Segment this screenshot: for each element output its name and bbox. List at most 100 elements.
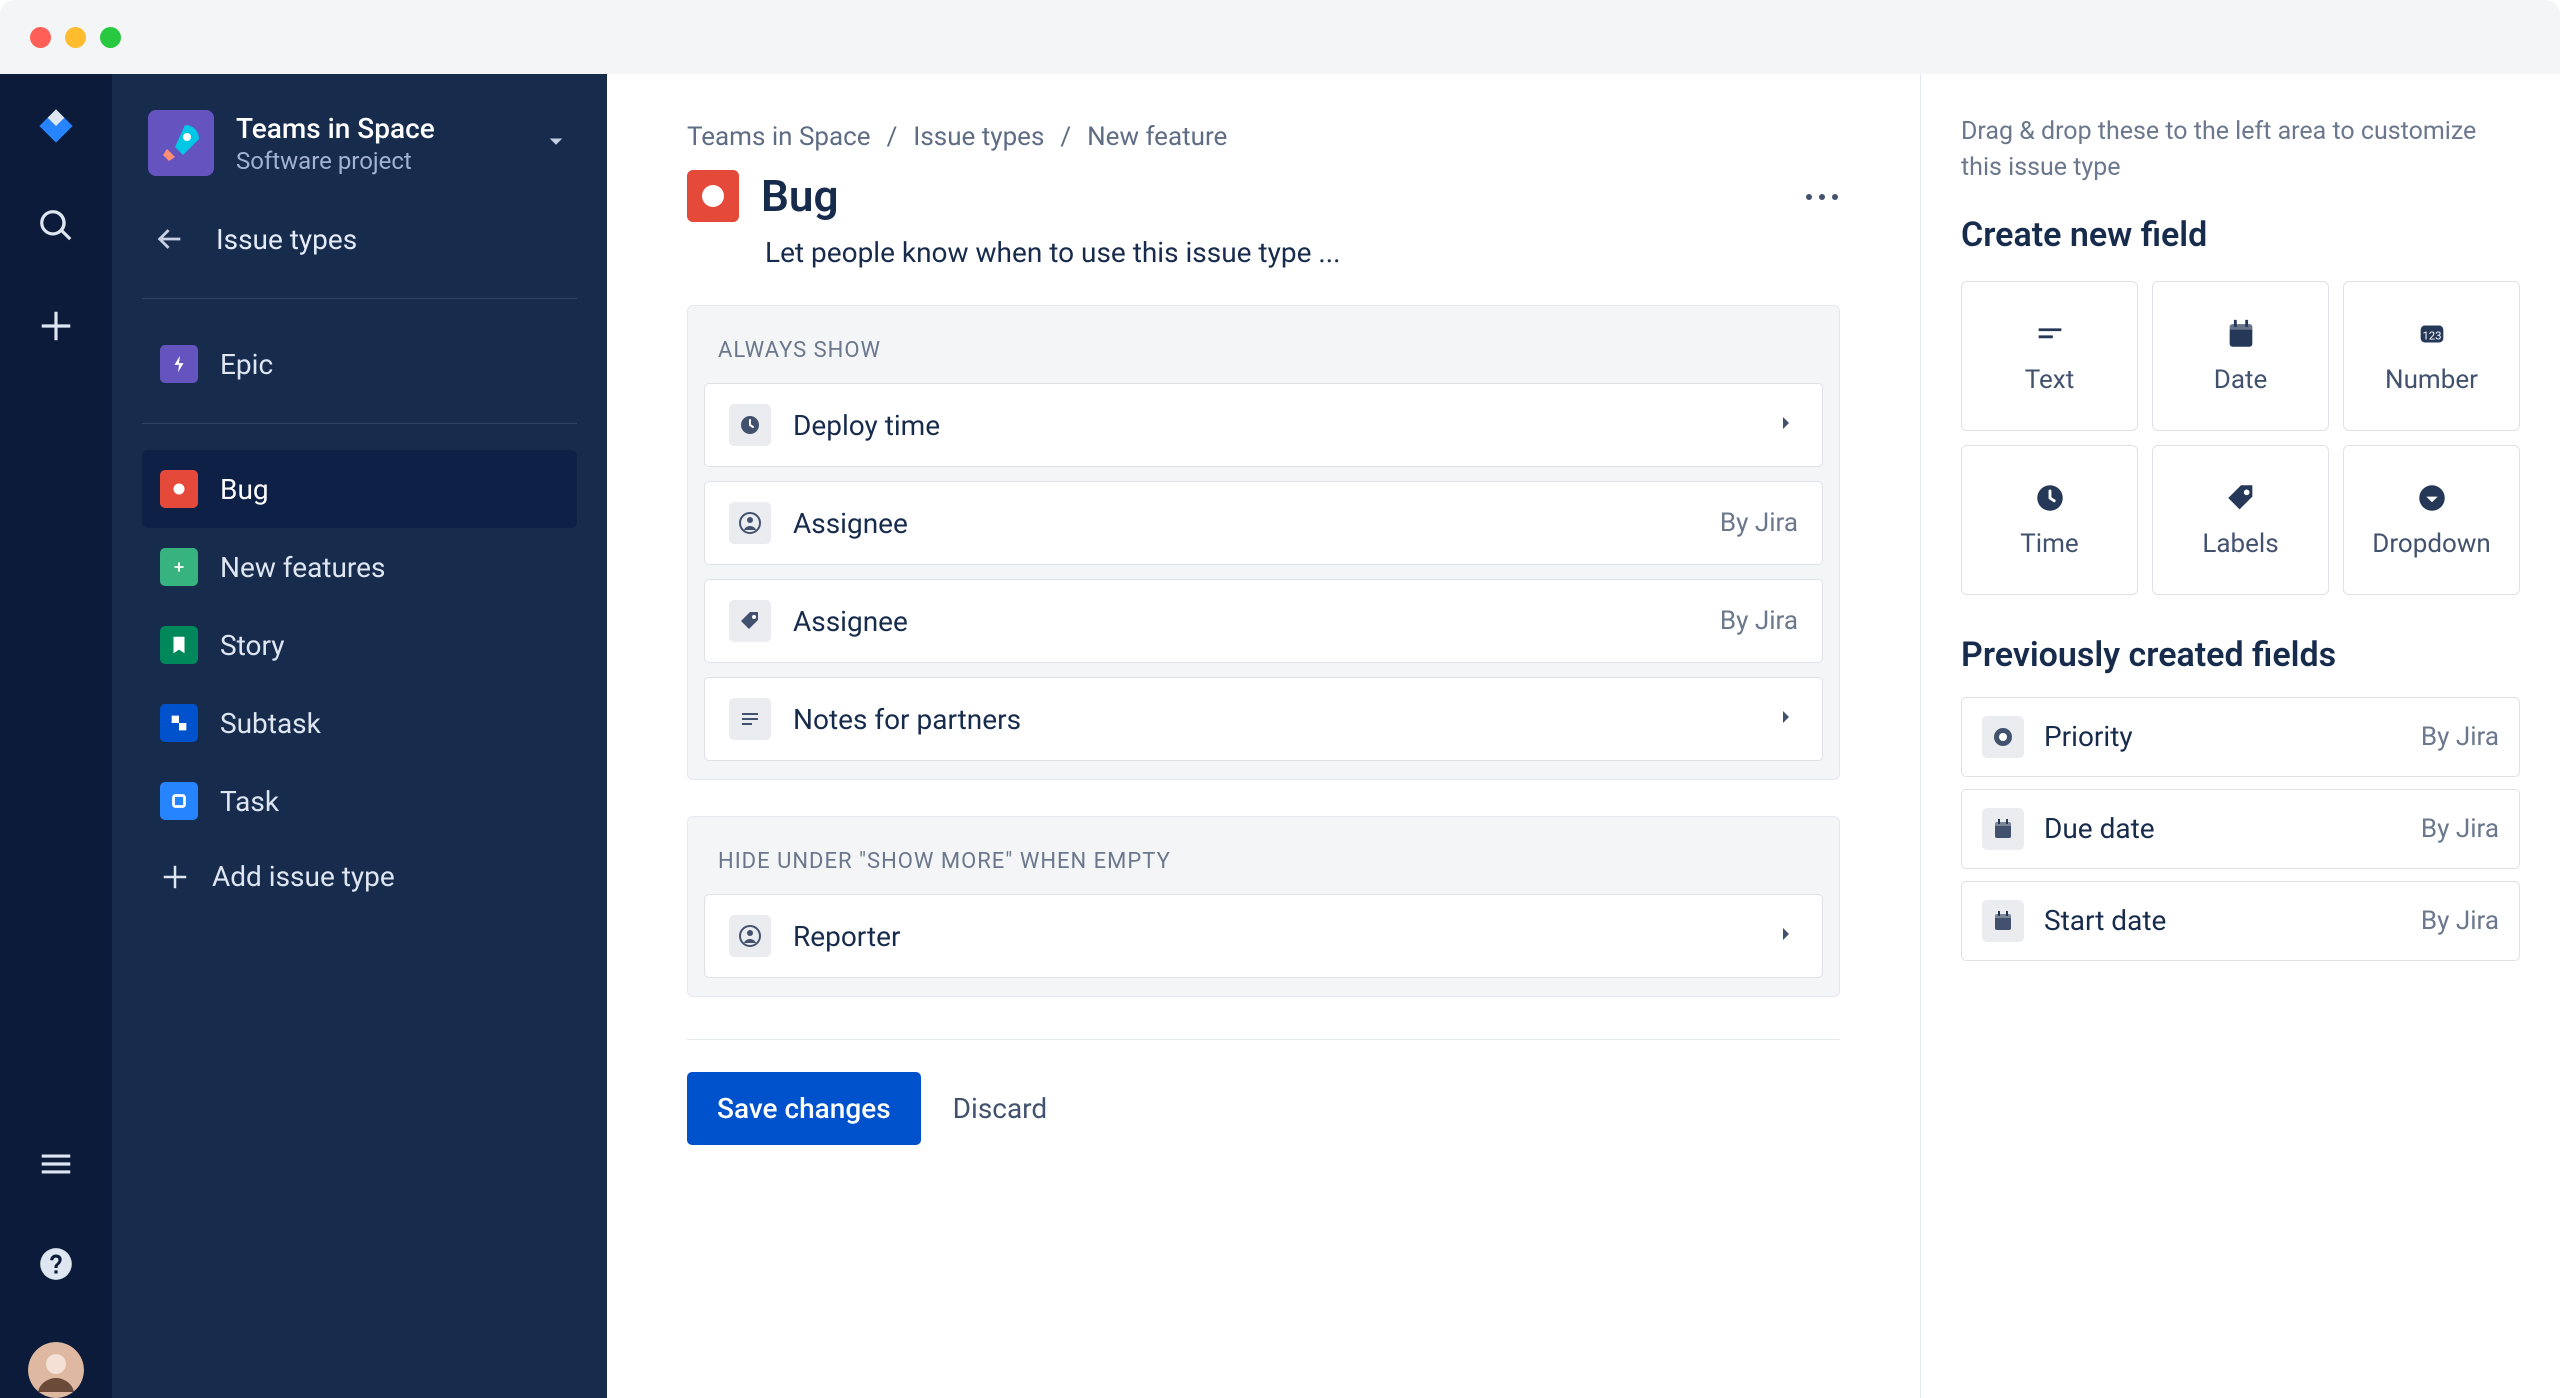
sidebar-item-subtask[interactable]: Subtask [142, 684, 577, 762]
new-feature-icon [160, 548, 198, 586]
field-type-tiles: Text Date Number Time Labels Dropdown [1961, 281, 2520, 595]
create-icon[interactable] [34, 304, 78, 348]
discard-button[interactable]: Discard [953, 1092, 1048, 1125]
breadcrumb-link[interactable]: Teams in Space [687, 122, 871, 152]
sidebar-item-story[interactable]: Story [142, 606, 577, 684]
prev-field-priority[interactable]: Priority By Jira [1961, 697, 2520, 777]
field-row-assignee[interactable]: Assignee By Jira [704, 481, 1823, 565]
sidebar-item-bug[interactable]: Bug [142, 450, 577, 528]
sidebar-item-task[interactable]: Task [142, 762, 577, 840]
close-window-button[interactable] [30, 27, 51, 48]
global-nav-rail [0, 74, 112, 1398]
field-label: Deploy time [793, 409, 940, 442]
tile-time[interactable]: Time [1961, 445, 2138, 595]
page-title: Bug [761, 170, 839, 222]
field-label: Reporter [793, 920, 900, 953]
app-body: Teams in Space Software project Issue ty… [0, 74, 2560, 1398]
sidebar-item-epic[interactable]: Epic [142, 325, 577, 403]
group-header: ALWAYS SHOW [688, 324, 1839, 383]
chevron-right-icon [1774, 411, 1798, 439]
content-column: Teams in Space / Issue types / New featu… [607, 74, 1920, 1398]
right-panel: Drag & drop these to the left area to cu… [1920, 74, 2560, 1398]
prev-field-due-date[interactable]: Due date By Jira [1961, 789, 2520, 869]
minimize-window-button[interactable] [65, 27, 86, 48]
calendar-icon [2224, 317, 2258, 351]
breadcrumb-link[interactable]: Issue types [913, 122, 1044, 152]
back-to-issue-types[interactable]: Issue types [142, 200, 577, 278]
field-source-badge: By Jira [2421, 814, 2499, 844]
add-issue-type-label: Add issue type [212, 860, 395, 893]
tag-icon [729, 600, 771, 642]
calendar-icon [1982, 808, 2024, 850]
hide-when-empty-group: HIDE UNDER "SHOW MORE" WHEN EMPTY Report… [687, 816, 1840, 997]
person-icon [729, 502, 771, 544]
field-row-deploy-time[interactable]: Deploy time [704, 383, 1823, 467]
subtask-icon [160, 704, 198, 742]
chevron-down-icon [541, 126, 571, 160]
previously-created-list: Priority By Jira Due date By Jira Start … [1961, 697, 2520, 961]
story-icon [160, 626, 198, 664]
menu-icon[interactable] [34, 1142, 78, 1186]
main-area: Teams in Space / Issue types / New featu… [607, 74, 2560, 1398]
epic-icon [160, 345, 198, 383]
tile-dropdown[interactable]: Dropdown [2343, 445, 2520, 595]
search-icon[interactable] [34, 204, 78, 248]
project-subtitle: Software project [236, 147, 435, 175]
sidebar-item-new-features[interactable]: New features [142, 528, 577, 606]
tile-date[interactable]: Date [2152, 281, 2329, 431]
arrow-left-icon [152, 222, 186, 256]
field-label: Notes for partners [793, 703, 1021, 736]
group-header: HIDE UNDER "SHOW MORE" WHEN EMPTY [688, 835, 1839, 894]
add-issue-type-button[interactable]: Add issue type [142, 840, 577, 913]
more-actions-button[interactable] [1804, 187, 1840, 206]
sidebar-item-label: New features [220, 551, 385, 584]
sidebar-item-label: Subtask [220, 707, 321, 740]
profile-avatar[interactable] [28, 1342, 84, 1398]
tile-number[interactable]: Number [2343, 281, 2520, 431]
sidebar-item-label: Epic [220, 348, 273, 381]
app-window: Teams in Space Software project Issue ty… [0, 0, 2560, 1398]
page-header: Bug [687, 170, 1840, 222]
prev-field-start-date[interactable]: Start date By Jira [1961, 881, 2520, 961]
field-source-badge: By Jira [1720, 508, 1798, 538]
radio-icon [1982, 716, 2024, 758]
chevron-right-icon [1774, 705, 1798, 733]
page-description[interactable]: Let people know when to use this issue t… [765, 236, 1840, 269]
maximize-window-button[interactable] [100, 27, 121, 48]
calendar-icon [1982, 900, 2024, 942]
field-row-notes[interactable]: Notes for partners [704, 677, 1823, 761]
text-icon [729, 698, 771, 740]
save-button[interactable]: Save changes [687, 1072, 921, 1145]
breadcrumb: Teams in Space / Issue types / New featu… [687, 122, 1840, 152]
previously-created-heading: Previously created fields [1961, 635, 2520, 675]
sidebar-divider-2 [142, 423, 577, 424]
issue-type-icon [687, 170, 739, 222]
text-short-icon [2033, 317, 2067, 351]
breadcrumb-link[interactable]: New feature [1087, 122, 1227, 152]
create-field-heading: Create new field [1961, 215, 2520, 255]
dropdown-icon [2415, 481, 2449, 515]
labels-icon [2224, 481, 2258, 515]
field-source-badge: By Jira [2421, 722, 2499, 752]
tile-labels[interactable]: Labels [2152, 445, 2329, 595]
project-sidebar: Teams in Space Software project Issue ty… [112, 74, 607, 1398]
help-icon[interactable] [34, 1242, 78, 1286]
tile-text[interactable]: Text [1961, 281, 2138, 431]
project-switcher[interactable]: Teams in Space Software project [142, 100, 577, 200]
field-row-reporter[interactable]: Reporter [704, 894, 1823, 978]
task-icon [160, 782, 198, 820]
bug-icon [160, 470, 198, 508]
clock-icon [729, 404, 771, 446]
sidebar-item-label: Task [220, 785, 279, 818]
field-label: Priority [2044, 720, 2133, 753]
field-label: Assignee [793, 507, 908, 540]
field-source-badge: By Jira [1720, 606, 1798, 636]
field-label: Due date [2044, 812, 2155, 845]
footer-buttons: Save changes Discard [687, 1072, 1840, 1145]
sidebar-divider [142, 298, 577, 299]
jira-logo-icon[interactable] [34, 104, 78, 148]
sidebar-item-label: Bug [220, 473, 269, 506]
field-row-assignee-tag[interactable]: Assignee By Jira [704, 579, 1823, 663]
window-titlebar [0, 0, 2560, 74]
time-icon [2033, 481, 2067, 515]
